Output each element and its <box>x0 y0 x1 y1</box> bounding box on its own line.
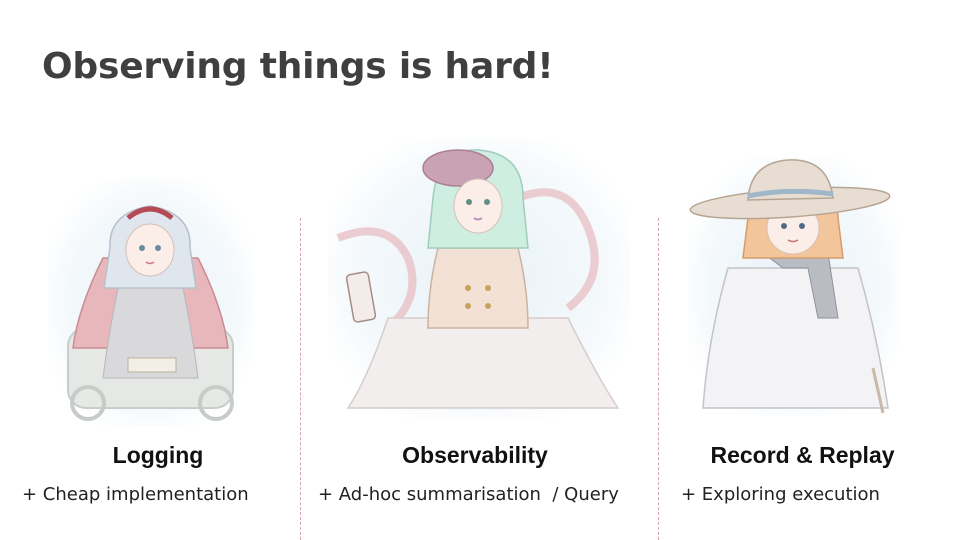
slide: Observing things is hard! Logging Observ… <box>0 0 960 540</box>
record-replay-illustration <box>688 158 900 416</box>
heading-record-replay: Record & Replay <box>710 442 895 468</box>
logging-illustration <box>48 178 253 426</box>
observability-illustration <box>328 138 630 420</box>
point-record-replay: + Exploring execution <box>681 484 880 505</box>
column-divider-right <box>658 218 659 540</box>
girl-beret-phone-image <box>336 149 620 409</box>
point-logging: + Cheap implementation <box>22 484 249 505</box>
column-divider-left <box>300 218 301 540</box>
girl-red-cape-image <box>67 205 234 421</box>
point-observability: + Ad-hoc summarisation / Query <box>318 484 619 505</box>
heading-observability: Observability <box>402 442 548 468</box>
heading-logging: Logging <box>112 442 204 468</box>
girl-wide-hat-image <box>689 159 891 414</box>
slide-title: Observing things is hard! <box>42 46 554 87</box>
